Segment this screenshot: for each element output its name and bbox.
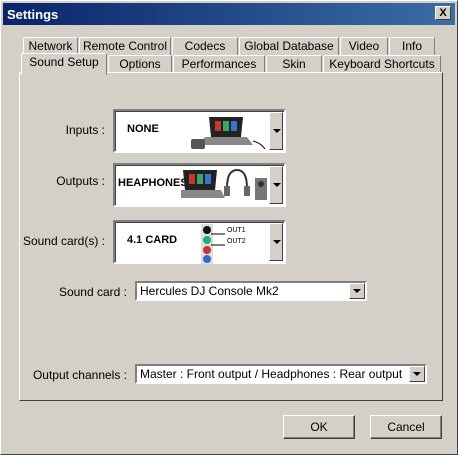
tab-global-database[interactable]: Global Database xyxy=(239,37,339,55)
window-title: Settings xyxy=(7,7,59,22)
settings-window: Settings X Network Remote Control Codecs… xyxy=(0,0,458,455)
ok-button[interactable]: OK xyxy=(283,415,355,439)
tab-info[interactable]: Info xyxy=(389,37,435,55)
tab-performances[interactable]: Performances xyxy=(173,55,265,73)
cancel-button[interactable]: Cancel xyxy=(370,415,442,439)
title-bar[interactable]: Settings X xyxy=(3,3,455,25)
tab-keyboard-shortcuts[interactable]: Keyboard Shortcuts xyxy=(323,55,441,73)
tab-skin[interactable]: Skin xyxy=(266,55,322,73)
close-icon: X xyxy=(439,7,447,19)
tab-codecs[interactable]: Codecs xyxy=(172,37,238,55)
close-button[interactable]: X xyxy=(435,6,451,20)
sound-setup-panel xyxy=(19,72,443,401)
tab-video[interactable]: Video xyxy=(340,37,388,55)
tab-sound-setup[interactable]: Sound Setup xyxy=(21,53,107,75)
tab-options[interactable]: Options xyxy=(108,55,172,73)
